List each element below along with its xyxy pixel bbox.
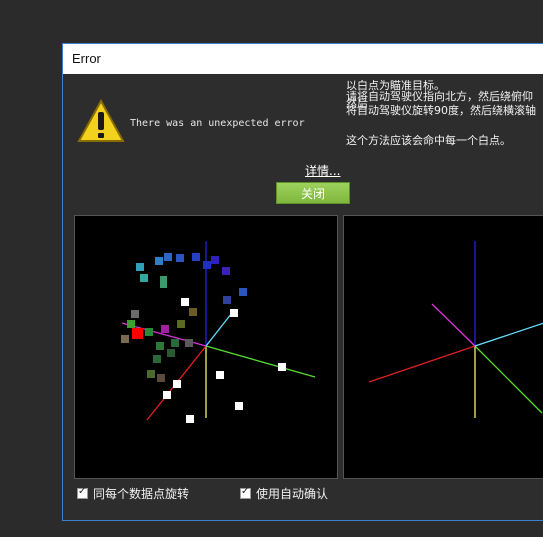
data-point [176, 254, 184, 262]
axis-cyan [474, 322, 543, 347]
data-point [156, 342, 164, 350]
target-point [186, 415, 194, 423]
data-point [131, 310, 139, 318]
data-point [167, 349, 175, 357]
error-dialog: Error There was an unexpected error 以白点为… [62, 43, 543, 521]
data-points [121, 253, 286, 423]
target-point [181, 298, 189, 306]
axis-magenta [431, 303, 476, 347]
close-button[interactable]: 关闭 [276, 182, 350, 204]
checkmark-icon[interactable] [240, 486, 251, 499]
3d-view-left[interactable] [74, 215, 338, 479]
data-point [136, 263, 144, 271]
data-point [185, 339, 193, 347]
instruction-line: 请将自动驾驶仪指向北方，然后绕俯仰 [346, 90, 533, 103]
data-point [160, 276, 167, 288]
data-point [223, 296, 231, 304]
data-point [155, 257, 163, 265]
data-point [161, 325, 169, 333]
auto-confirm-checkbox[interactable]: 使用自动确认 [240, 485, 328, 502]
data-point [203, 261, 211, 269]
target-point [235, 402, 243, 410]
data-point [153, 355, 161, 363]
axes-3d-right [368, 241, 543, 418]
target-point [216, 371, 224, 379]
data-point [140, 274, 148, 282]
target-point [278, 363, 286, 371]
data-point [171, 339, 179, 347]
data-point [177, 320, 185, 328]
data-point [127, 320, 135, 328]
checkmark-icon[interactable] [77, 486, 88, 499]
instruction-line: 将自动驾驶仪旋转90度，然后绕横滚轴 [346, 104, 536, 117]
data-point [164, 253, 172, 261]
window-title: Error [72, 51, 101, 66]
data-point [239, 288, 247, 296]
error-message: There was an unexpected error [130, 118, 305, 129]
data-point [189, 308, 197, 316]
axis-green [474, 345, 543, 414]
warning-icon [77, 99, 125, 142]
checkbox-label: 使用自动确认 [256, 487, 329, 501]
target-point [230, 309, 238, 317]
data-point [222, 267, 230, 275]
data-point [121, 335, 129, 343]
data-point [147, 370, 155, 378]
rotate-each-checkbox[interactable]: 同每个数据点旋转 [77, 485, 189, 502]
target-point [163, 391, 171, 399]
title-bar[interactable]: Error [63, 44, 543, 74]
target-point [173, 380, 181, 388]
instructions-text: 以白点为瞄准目标。 请将自动驾驶仪指向北方，然后绕俯仰 然后 将自动驾驶仪旋转9… [346, 80, 543, 146]
details-link[interactable]: 详情... [305, 162, 340, 179]
selected-point [132, 328, 143, 339]
data-point [211, 256, 219, 264]
data-point [192, 253, 200, 261]
instruction-line: 这个方法应该会命中每一个白点。 [346, 134, 511, 146]
data-point [157, 374, 165, 382]
axis-red [368, 345, 476, 383]
scatter-3d-left [121, 241, 316, 423]
checkbox-label: 同每个数据点旋转 [93, 487, 190, 501]
data-point [145, 328, 153, 336]
3d-view-right[interactable] [343, 215, 543, 479]
